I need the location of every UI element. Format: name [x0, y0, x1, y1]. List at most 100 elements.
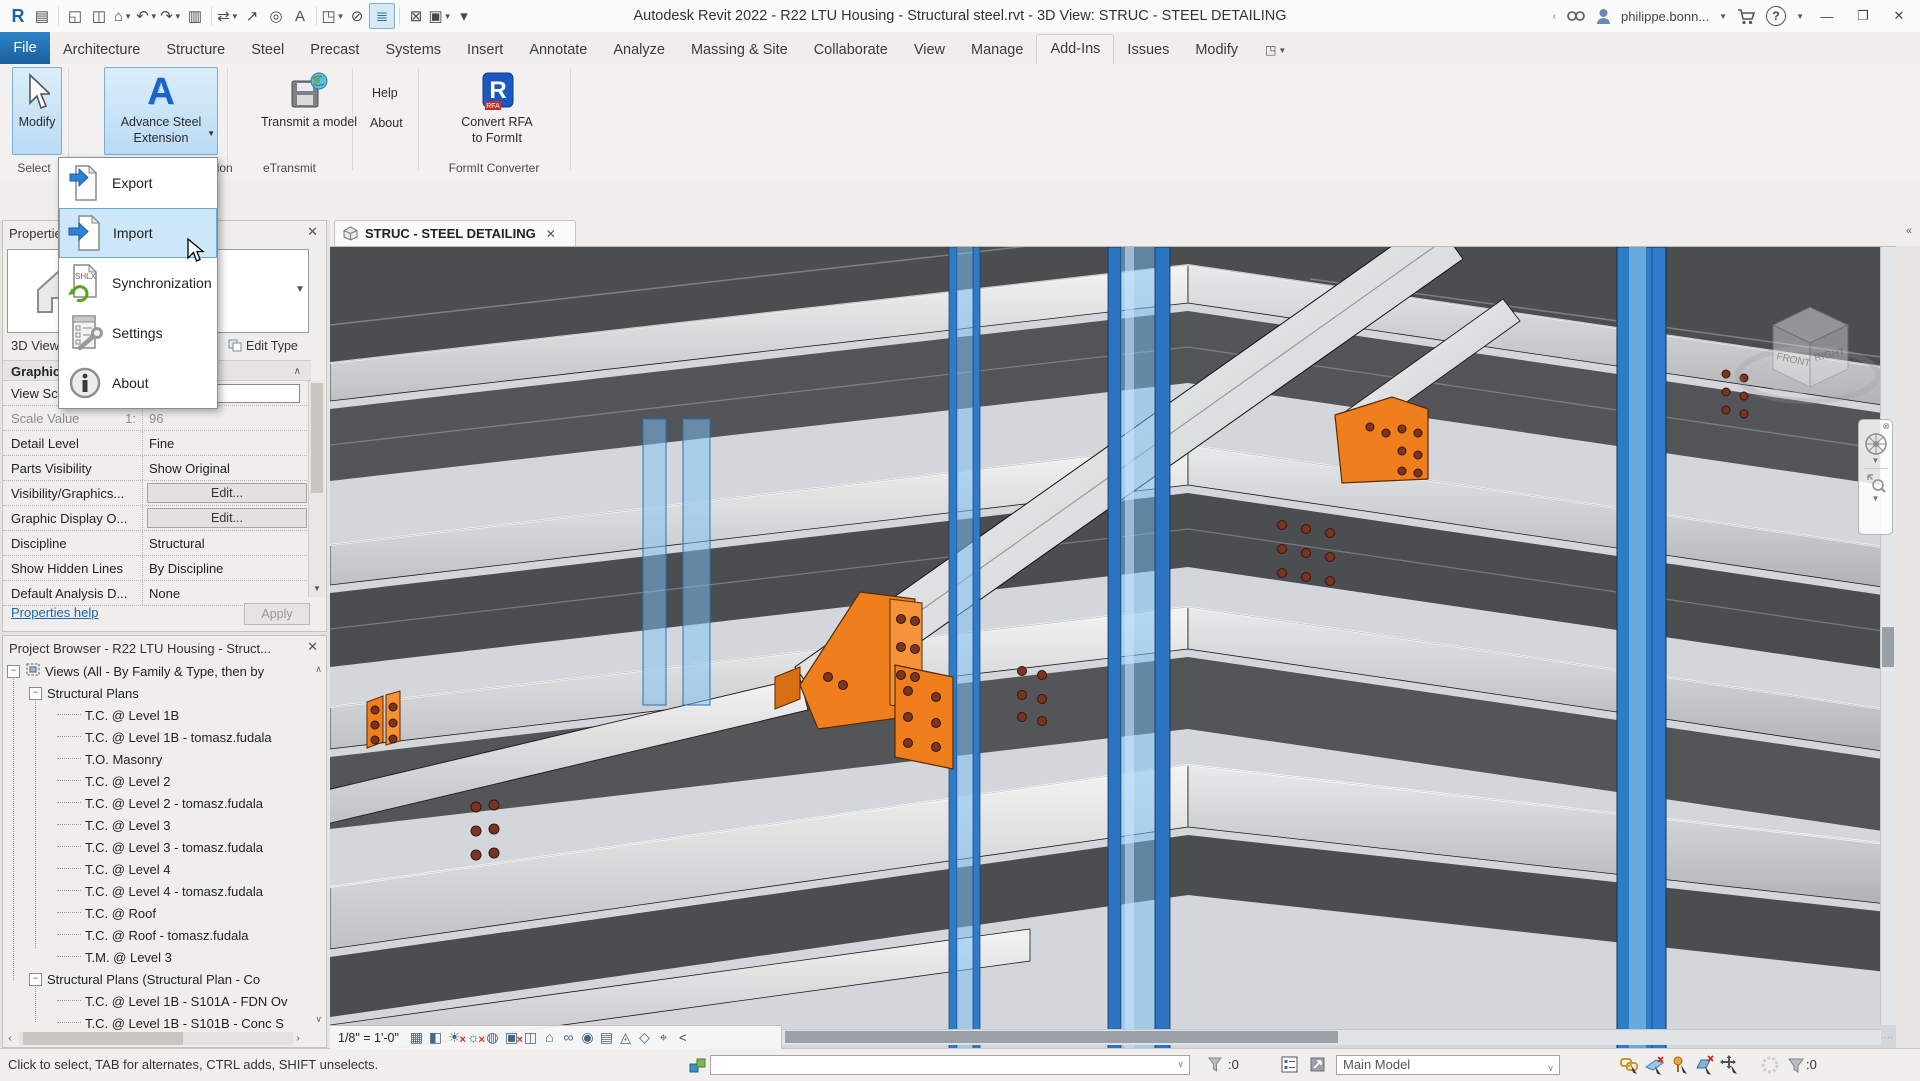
- property-value-text[interactable]: Fine: [149, 436, 174, 451]
- tab-insert[interactable]: Insert: [454, 36, 516, 64]
- displacement-sets-icon[interactable]: ◇: [635, 1028, 654, 1047]
- open-icon[interactable]: ◱: [63, 4, 87, 28]
- user-avatar-icon[interactable]: [1596, 8, 1611, 25]
- tab-manage[interactable]: Manage: [958, 36, 1036, 64]
- tree-item[interactable]: T.C. @ Level 2: [3, 770, 311, 792]
- tree-item[interactable]: T.C. @ Level 3: [3, 814, 311, 836]
- tree-item[interactable]: T.C. @ Level 1B: [3, 704, 311, 726]
- search-icon[interactable]: [1566, 8, 1586, 24]
- revit-logo-icon[interactable]: R: [6, 4, 30, 28]
- tree-item[interactable]: T.C. @ Roof: [3, 902, 311, 924]
- thin-lines-icon[interactable]: ≣: [369, 3, 395, 29]
- project-browser-close-icon[interactable]: ✕: [307, 639, 318, 655]
- tree-item[interactable]: T.M. @ Level 3: [3, 946, 311, 968]
- signed-in-user[interactable]: philippe.bonn...: [1621, 9, 1709, 24]
- properties-close-icon[interactable]: ✕: [307, 224, 318, 240]
- select-links-icon[interactable]: [1620, 1055, 1640, 1080]
- tab-precast[interactable]: Precast: [297, 36, 372, 64]
- tree-item[interactable]: T.C. @ Level 4 - tomasz.fudala: [3, 880, 311, 902]
- drawing-area[interactable]: FRONT RIGHT ⊗ ▼ ▼ 1/8" = 1'-0" ▦◧☀☼◍▣◫⌂∞…: [330, 246, 1896, 1049]
- wheel-dropdown-icon[interactable]: ▼: [1872, 456, 1880, 465]
- reveal-hidden-icon[interactable]: ◉: [578, 1028, 597, 1047]
- resize-grip[interactable]: ∙∙∙: [1883, 1032, 1894, 1042]
- edit-type-button[interactable]: Edit Type: [228, 335, 312, 356]
- properties-scrollbar[interactable]: ▼: [308, 381, 325, 597]
- print-icon[interactable]: ▥: [183, 4, 207, 28]
- detail-level-icon[interactable]: ▦: [407, 1028, 426, 1047]
- tag-icon[interactable]: ◎: [264, 4, 288, 28]
- visual-style-icon[interactable]: ◧: [426, 1028, 445, 1047]
- menu-item-synchronization[interactable]: SHLXSynchronization: [59, 258, 217, 308]
- properties-help-link[interactable]: Properties help: [11, 605, 98, 620]
- temporary-hide-icon[interactable]: ∞: [559, 1028, 578, 1047]
- tab-annotate[interactable]: Annotate: [516, 36, 600, 64]
- file-properties-icon[interactable]: ▤: [30, 4, 54, 28]
- tree-item[interactable]: T.C. @ Roof - tomasz.fudala: [3, 924, 311, 946]
- tab-steel[interactable]: Steel: [238, 36, 297, 64]
- tab-add-ins[interactable]: Add-Ins: [1036, 34, 1114, 64]
- reveal-constraints-icon[interactable]: ⌖: [654, 1028, 673, 1047]
- tree-item[interactable]: −Structural Plans: [3, 682, 311, 704]
- exclude-options-icon[interactable]: [1308, 1055, 1328, 1075]
- home-view-icon[interactable]: ⌂▼: [111, 4, 135, 28]
- selection-filter-icon[interactable]: [1786, 1055, 1806, 1075]
- edit-button[interactable]: Edit...: [147, 483, 307, 503]
- ribbon-display-toggle[interactable]: ◳ ▼: [1265, 36, 1286, 64]
- select-by-face-icon[interactable]: [1695, 1055, 1715, 1080]
- shadows-icon[interactable]: ☼: [464, 1028, 483, 1047]
- hscroll-right-icon[interactable]: ›: [291, 1031, 305, 1046]
- tab-modify[interactable]: Modify: [1182, 36, 1251, 64]
- tree-item[interactable]: T.C. @ Level 3 - tomasz.fudala: [3, 836, 311, 858]
- aligned-dimension-icon[interactable]: ↗: [240, 4, 264, 28]
- customize-qat-icon[interactable]: ▾: [452, 4, 476, 28]
- editable-only-icon[interactable]: [1206, 1055, 1226, 1075]
- text-icon[interactable]: A: [288, 4, 312, 28]
- tree-scroll-up-icon[interactable]: ∧: [315, 664, 322, 675]
- convert-rfa-button[interactable]: R RFA Convert RFA to FormIt: [450, 67, 544, 155]
- view-tab-struc-steel-detailing[interactable]: STRUC - STEEL DETAILING ✕: [334, 220, 576, 246]
- tree-item[interactable]: T.O. Masonry: [3, 748, 311, 770]
- active-workset-dropdown[interactable]: ∨: [710, 1055, 1190, 1075]
- modify-button[interactable]: Modify: [12, 67, 62, 155]
- tree-item[interactable]: T.C. @ Level 2 - tomasz.fudala: [3, 792, 311, 814]
- tree-scroll-down-icon[interactable]: ∨: [315, 1014, 322, 1025]
- property-value-text[interactable]: Structural: [149, 536, 205, 551]
- steering-wheel-icon[interactable]: [1864, 432, 1888, 456]
- type-selector-dropdown-icon[interactable]: ▼: [295, 284, 305, 295]
- vcb-collapse-icon[interactable]: <: [679, 1030, 687, 1045]
- restore-button[interactable]: ❐: [1850, 8, 1876, 24]
- zoom-dropdown-icon[interactable]: ▼: [1872, 494, 1880, 503]
- drag-on-selection-icon[interactable]: [1720, 1055, 1740, 1080]
- tab-structure[interactable]: Structure: [153, 36, 238, 64]
- property-value-text[interactable]: 96: [149, 411, 163, 426]
- tree-item[interactable]: T.C. @ Level 1B - S101A - FDN Ov: [3, 990, 311, 1012]
- default-3d-view-icon[interactable]: ◳▼: [321, 4, 345, 28]
- crop-view-icon[interactable]: ▣: [502, 1028, 521, 1047]
- project-browser-hscrollbar[interactable]: ‹ ›: [3, 1031, 309, 1046]
- menu-item-about[interactable]: About: [59, 358, 217, 408]
- select-underlay-icon[interactable]: [1645, 1055, 1665, 1080]
- design-options-icon[interactable]: [1280, 1055, 1300, 1075]
- tab-architecture[interactable]: Architecture: [50, 36, 153, 64]
- canvas-hscrollbar[interactable]: [782, 1029, 1881, 1045]
- menu-item-export[interactable]: Export: [59, 158, 217, 208]
- tab-view[interactable]: View: [901, 36, 958, 64]
- rendering-dialog-icon[interactable]: ◍: [483, 1028, 502, 1047]
- view-tab-close-icon[interactable]: ✕: [546, 227, 556, 241]
- close-button[interactable]: ✕: [1886, 8, 1912, 24]
- hscroll-left-icon[interactable]: ‹: [3, 1031, 17, 1046]
- view-scale-control[interactable]: 1/8" = 1'-0": [338, 1031, 399, 1045]
- user-dropdown-icon[interactable]: ▼: [1719, 12, 1727, 21]
- design-option-dropdown-icon[interactable]: ∨: [1547, 1059, 1554, 1077]
- sun-path-icon[interactable]: ☀: [445, 1028, 464, 1047]
- navbar-close-icon[interactable]: ⊗: [1882, 421, 1890, 432]
- measure-icon[interactable]: ⇄▼: [216, 4, 240, 28]
- navigation-bar[interactable]: ⊗ ▼ ▼: [1858, 419, 1893, 535]
- undo-icon[interactable]: ↶▼: [135, 4, 159, 28]
- workset-dropdown-icon[interactable]: ∨: [1177, 1059, 1184, 1070]
- advance-steel-extension-button[interactable]: A Advance Steel Extension ▼: [104, 67, 218, 155]
- app-store-cart-icon[interactable]: [1737, 8, 1756, 25]
- tree-item[interactable]: T.C. @ Level 1B - tomasz.fudala: [3, 726, 311, 748]
- property-value-text[interactable]: None: [149, 586, 180, 601]
- tree-item[interactable]: −Views (All - By Family & Type, then by: [3, 660, 311, 682]
